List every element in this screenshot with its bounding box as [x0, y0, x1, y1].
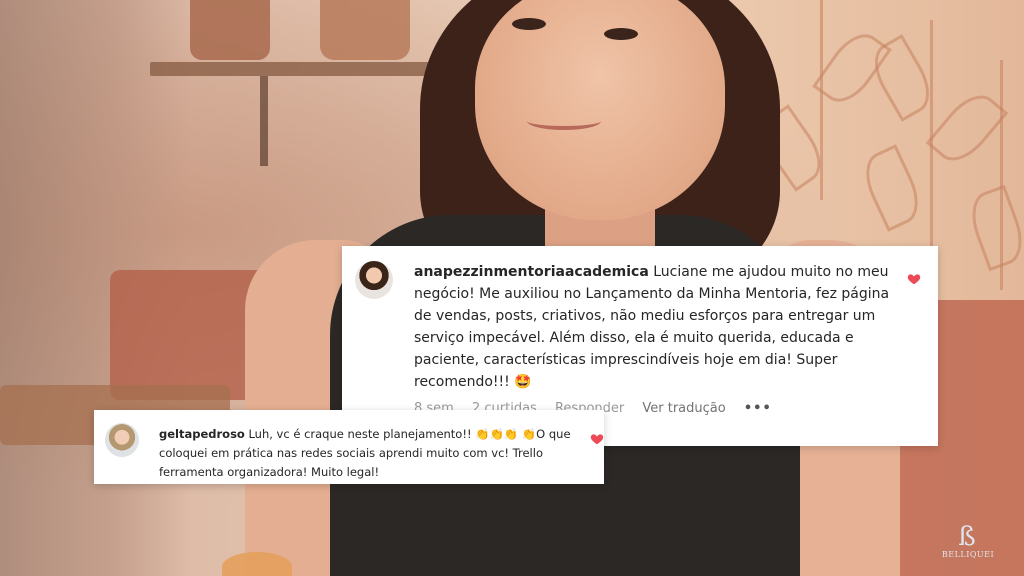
heart-icon[interactable]: [907, 272, 921, 286]
shelf-bracket: [260, 76, 268, 166]
food-plate: [222, 552, 292, 576]
wallpaper-stem: [930, 20, 933, 280]
comment-username[interactable]: geltapedroso: [159, 427, 245, 441]
more-options-icon[interactable]: •••: [744, 401, 772, 416]
wallpaper-leaf: [925, 84, 1009, 172]
person-smile: [527, 112, 601, 130]
person-eye: [512, 18, 546, 30]
logo-mark: ß: [958, 522, 976, 552]
wall-shelf: [150, 62, 450, 76]
comment-main: anapezzinmentoriaacademica Luciane me aj…: [414, 261, 894, 393]
wallpaper-leaf: [963, 184, 1024, 272]
plant-pot: [320, 0, 410, 60]
wallpaper-stem: [820, 0, 823, 200]
comment-body: Luciane me ajudou muito no meu negócio! …: [414, 264, 890, 390]
logo-text: BELLIQUEI: [941, 550, 995, 559]
wallpaper-leaf: [856, 144, 928, 232]
comment-username[interactable]: anapezzinmentoriaacademica: [414, 264, 649, 280]
avatar[interactable]: [355, 261, 393, 299]
person-eye: [604, 28, 638, 40]
heart-icon[interactable]: [590, 432, 604, 446]
translate-button[interactable]: Ver tradução: [642, 401, 725, 416]
background-photo: anapezzinmentoriaacademica Luciane me aj…: [0, 0, 1024, 576]
plant-pot: [190, 0, 270, 60]
person-face: [475, 0, 725, 220]
avatar[interactable]: [105, 423, 139, 457]
brand-logo: ß BELLIQUEI: [938, 522, 998, 562]
comment-second: geltapedroso Luh, vc é craque neste plan…: [159, 425, 579, 482]
